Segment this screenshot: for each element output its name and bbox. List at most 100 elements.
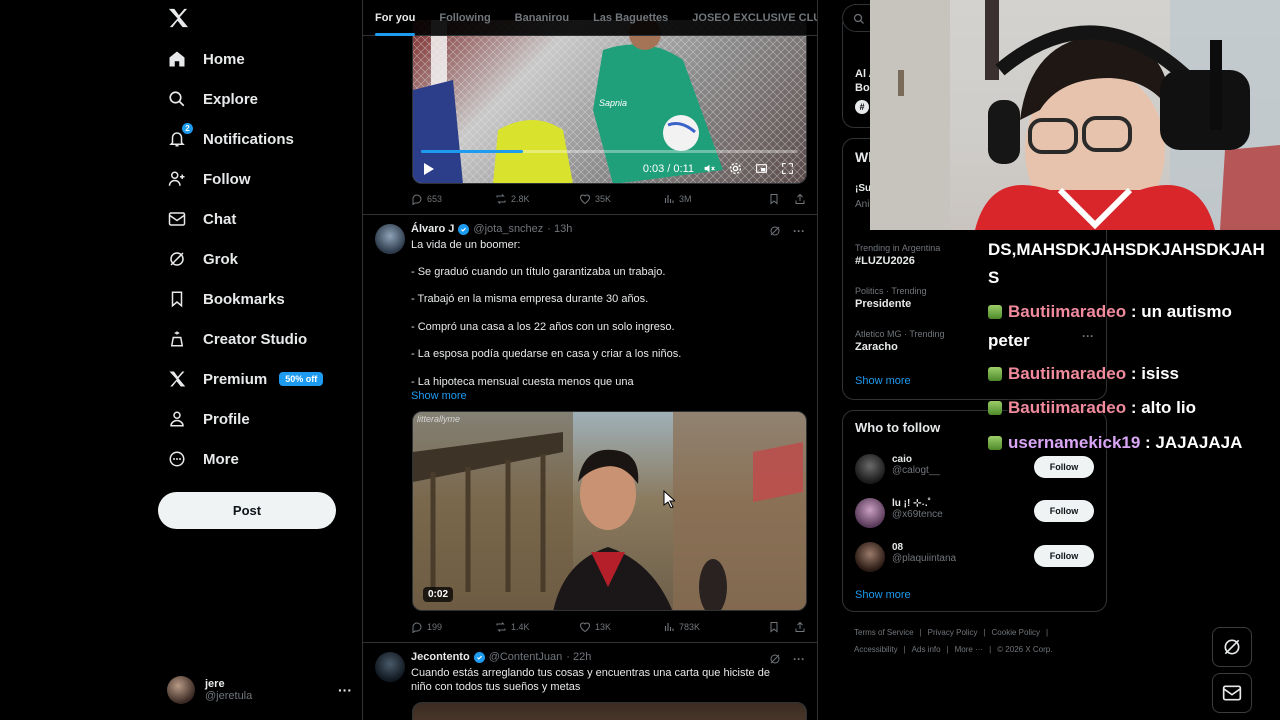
video-progress-fill <box>421 150 523 153</box>
nav-profile[interactable]: Profile <box>167 399 250 439</box>
nav-follow[interactable]: Follow <box>167 159 251 199</box>
settings-icon[interactable] <box>729 162 742 175</box>
footer-separator: | <box>983 628 986 637</box>
show-more-link[interactable]: Show more <box>855 375 911 387</box>
like-button[interactable]: 35K <box>579 193 663 205</box>
partial-text: ¡Su <box>855 183 872 194</box>
chat-text: : isiss <box>1126 364 1180 383</box>
nav-chat[interactable]: Chat <box>167 199 236 239</box>
suggested-user[interactable]: lu ¡! ⊹˖.˚ @x69tence <box>892 498 943 520</box>
footer-link[interactable]: Privacy Policy <box>928 628 978 637</box>
nav-premium[interactable]: Premium 50% off <box>167 359 324 399</box>
repost-button[interactable]: 2.8K <box>495 193 579 205</box>
play-icon[interactable] <box>423 163 435 175</box>
tweet-text-line: - La esposa podía quedarse en casa y cri… <box>411 348 682 360</box>
footer-link[interactable]: More ··· <box>955 645 983 654</box>
footer-separator: | <box>946 645 949 654</box>
messages-float-button[interactable] <box>1212 673 1252 713</box>
account-switcher[interactable]: jere @jeretula ··· <box>167 672 352 708</box>
chat-username: Bautiimaradeo <box>1008 398 1127 417</box>
tweet-time[interactable]: · 13h <box>547 223 572 235</box>
tweet-time[interactable]: · 22h <box>566 651 591 663</box>
bookmark-icon[interactable] <box>768 621 780 633</box>
follow-button[interactable]: Follow <box>1034 456 1094 478</box>
chat-message: Bautiimaradeo : alto lio <box>988 398 1196 418</box>
grok-icon[interactable] <box>769 225 781 237</box>
follow-button[interactable]: Follow <box>1034 500 1094 522</box>
show-more-link[interactable]: Show more <box>855 589 911 601</box>
grok-float-button[interactable] <box>1212 627 1252 667</box>
trend-menu-icon[interactable]: ··· <box>1082 329 1094 343</box>
avatar[interactable] <box>855 498 885 528</box>
nav-home[interactable]: Home <box>167 39 245 79</box>
video-duration: 0:02 <box>423 587 454 602</box>
nav-more[interactable]: More <box>167 439 239 479</box>
footer-link[interactable]: Cookie Policy <box>992 628 1040 637</box>
suggested-user[interactable]: 08 @plaquiintana <box>892 542 956 564</box>
author-name[interactable]: Jecontento <box>411 651 470 663</box>
grok-icon[interactable] <box>769 653 781 665</box>
chat-username: Bautiimaradeo <box>1008 302 1127 321</box>
footer-link[interactable]: Ads info <box>912 645 941 654</box>
show-more-link[interactable]: Show more <box>411 390 467 402</box>
avatar[interactable] <box>375 224 405 254</box>
nav-creator-studio[interactable]: Creator Studio <box>167 319 307 359</box>
nav-grok[interactable]: Grok <box>167 239 238 279</box>
author-handle[interactable]: @ContentJuan <box>489 651 563 663</box>
avatar[interactable] <box>375 652 405 682</box>
reply-button[interactable]: 199 <box>411 621 495 633</box>
nav-label: Grok <box>203 250 239 268</box>
author-handle[interactable]: @jota_snchez <box>473 223 543 235</box>
trend-item[interactable]: Politics · Trending Presidente <box>855 286 927 310</box>
bookmark-icon[interactable] <box>768 193 780 205</box>
post-button[interactable]: Post <box>158 492 336 529</box>
author-name[interactable]: Álvaro J <box>411 223 454 235</box>
reply-button[interactable]: 653 <box>411 193 495 205</box>
copyright: © 2026 X Corp. <box>997 645 1053 654</box>
chat-emote-icon <box>988 367 1002 381</box>
x-logo-icon[interactable] <box>167 8 189 28</box>
tab-following[interactable]: Following <box>427 0 502 36</box>
nav-notifications[interactable]: 2 Notifications <box>167 119 294 159</box>
views-button[interactable]: 3M <box>663 193 747 205</box>
reply-icon <box>412 622 422 633</box>
account-menu-icon[interactable]: ··· <box>338 682 352 698</box>
nav-label: Premium <box>203 370 268 388</box>
fullscreen-icon[interactable] <box>781 162 794 175</box>
avatar <box>167 676 195 704</box>
avatar[interactable] <box>855 542 885 572</box>
video-player[interactable]: 0:03 / 0:11 Sapnia <box>412 20 807 184</box>
video-progress-track[interactable] <box>421 150 798 153</box>
tweet-media[interactable] <box>412 702 807 720</box>
views-icon <box>664 623 674 631</box>
webcam-overlay <box>870 0 1280 230</box>
follow-button[interactable]: Follow <box>1034 545 1094 567</box>
trend-item[interactable]: Atletico MG · Trending Zaracho <box>855 329 945 353</box>
like-button[interactable]: 13K <box>579 621 663 633</box>
tab-joseo[interactable]: JOSEO EXCLUSIVE CLU <box>680 0 817 36</box>
video-player[interactable]: litterallyme 0:02 <box>412 411 807 611</box>
person-add-icon <box>167 169 187 189</box>
footer-separator: | <box>903 645 906 654</box>
verified-icon <box>473 651 485 663</box>
share-icon[interactable] <box>794 193 806 205</box>
tab-bananirou[interactable]: Bananirou <box>503 0 581 36</box>
more-menu-icon[interactable]: ··· <box>793 224 805 238</box>
tab-las-baguettes[interactable]: Las Baguettes <box>581 0 680 36</box>
suggested-user[interactable]: caio @calogt__ <box>892 454 940 476</box>
views-button[interactable]: 783K <box>663 621 747 633</box>
repost-button[interactable]: 1.4K <box>495 621 579 633</box>
share-icon[interactable] <box>794 621 806 633</box>
tab-for-you[interactable]: For you <box>363 0 427 36</box>
more-menu-icon[interactable]: ··· <box>793 652 805 666</box>
tweet-text-line: niño con todos tus sueños y metas <box>411 681 581 693</box>
avatar[interactable] <box>855 454 885 484</box>
volume-muted-icon[interactable] <box>703 162 716 175</box>
pip-icon[interactable] <box>755 162 768 175</box>
trend-item[interactable]: Trending in Argentina #LUZU2026 <box>855 243 940 267</box>
nav-explore[interactable]: Explore <box>167 79 258 119</box>
nav-bookmarks[interactable]: Bookmarks <box>167 279 285 319</box>
footer-link[interactable]: Accessibility <box>854 645 898 654</box>
footer-link[interactable]: Terms of Service <box>854 628 914 637</box>
trend-meta: Trending in Argentina <box>855 243 941 253</box>
